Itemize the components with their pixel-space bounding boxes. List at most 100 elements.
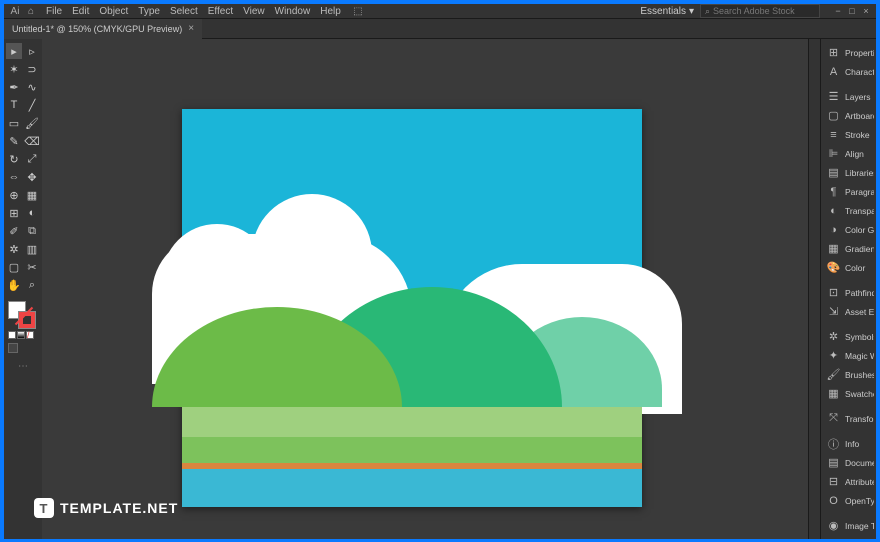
rotate-tool-icon[interactable]: ↻ [6, 151, 22, 167]
menu-bar: File Edit Object Type Select Effect View… [40, 6, 341, 17]
brushes-icon: 🖌 [827, 368, 840, 381]
curvature-tool-icon[interactable]: ∿ [24, 79, 40, 95]
menu-select[interactable]: Select [170, 6, 198, 17]
panel-info[interactable]: ⓘInfo [823, 434, 874, 453]
menu-file[interactable]: File [46, 6, 62, 17]
panel-symbols[interactable]: ✲Symbols [823, 327, 874, 346]
gradient-mode-icon[interactable] [17, 331, 25, 339]
width-tool-icon[interactable]: ⇔ [6, 169, 22, 185]
scale-tool-icon[interactable]: ⤢ [24, 151, 40, 167]
search-input[interactable]: ⌕ Search Adobe Stock [700, 4, 820, 18]
panel-transparency[interactable]: ◐Transparency [823, 201, 874, 220]
layers-icon: ☰ [827, 90, 840, 103]
watermark-logo-icon: T [34, 498, 54, 518]
hand-tool-icon[interactable]: ✋ [6, 277, 22, 293]
imagetrace-icon: ◉ [827, 519, 840, 532]
direct-selection-tool-icon[interactable]: ▹ [24, 43, 40, 59]
slice-tool-icon[interactable]: ✂ [24, 259, 40, 275]
fill-stroke-swatch[interactable]: / [6, 299, 40, 355]
panel-character[interactable]: ACharacter [823, 62, 874, 81]
panel-layers[interactable]: ☰Layers [823, 87, 874, 106]
main-area: ▸▹ ✶⊃ ✒∿ T╱ ▭🖌 ✎⌫ ↻⤢ ⇔✥ ⊕▦ ⊞◐ ✐⧉ ✲▥ ▢✂ ✋… [4, 39, 876, 539]
panel-opentype[interactable]: OOpenType [823, 491, 874, 510]
document-tab[interactable]: Untitled-1* @ 150% (CMYK/GPU Preview) × [4, 19, 202, 39]
perspective-tool-icon[interactable]: ▦ [24, 187, 40, 203]
magic-wand-tool-icon[interactable]: ✶ [6, 61, 22, 77]
transparency-icon: ◐ [827, 204, 840, 217]
panel-gradient[interactable]: ▦Gradient [823, 239, 874, 258]
color-mode-icon[interactable] [8, 331, 16, 339]
paragraph-icon: ¶ [827, 185, 840, 198]
free-transform-tool-icon[interactable]: ✥ [24, 169, 40, 185]
type-tool-icon[interactable]: T [6, 97, 22, 113]
menu-edit[interactable]: Edit [72, 6, 89, 17]
blend-tool-icon[interactable]: ⧉ [24, 223, 40, 239]
zoom-tool-icon[interactable]: ⌕ [24, 277, 40, 293]
panel-documentinfo[interactable]: ▤Document I... [823, 453, 874, 472]
document-tabs: Untitled-1* @ 150% (CMYK/GPU Preview) × [4, 19, 876, 39]
panel-color[interactable]: 🎨Color [823, 258, 874, 277]
gradient-tool-icon[interactable]: ◐ [24, 205, 40, 221]
artboards-icon: ▢ [827, 109, 840, 122]
none-mode-icon[interactable]: / [26, 331, 34, 339]
menu-help[interactable]: Help [320, 6, 341, 17]
swatches-icon: ▦ [827, 387, 840, 400]
screen-mode-icon[interactable] [8, 343, 18, 353]
align-icon: ⊫ [827, 147, 840, 160]
line-tool-icon[interactable]: ╱ [24, 97, 40, 113]
panel-paragraph[interactable]: ¶Paragraph [823, 182, 874, 201]
menu-type[interactable]: Type [138, 6, 160, 17]
panel-magicwand[interactable]: ✦Magic Wand [823, 346, 874, 365]
panel-properties[interactable]: ⊞Properties [823, 43, 874, 62]
transform-icon: ⤧ [827, 412, 840, 425]
column-graph-tool-icon[interactable]: ▥ [24, 241, 40, 257]
share-icon[interactable]: ⬚ [351, 4, 365, 18]
tab-title: Untitled-1* @ 150% (CMYK/GPU Preview) [12, 24, 182, 34]
menu-object[interactable]: Object [99, 6, 128, 17]
panel-transform[interactable]: ⤧Transform [823, 409, 874, 428]
colorguide-icon: ◑ [827, 223, 840, 236]
panel-libraries[interactable]: ▤Libraries [823, 163, 874, 182]
panel-brushes[interactable]: 🖌Brushes [823, 365, 874, 384]
canvas[interactable] [42, 39, 808, 539]
opentype-icon: O [827, 494, 840, 507]
shaper-tool-icon[interactable]: ✎ [6, 133, 22, 149]
selection-tool-icon[interactable]: ▸ [6, 43, 22, 59]
documentinfo-icon: ▤ [827, 456, 840, 469]
lasso-tool-icon[interactable]: ⊃ [24, 61, 40, 77]
panel-align[interactable]: ⊫Align [823, 144, 874, 163]
artboard[interactable] [182, 109, 642, 507]
panel-stroke[interactable]: ≡Stroke [823, 125, 874, 144]
top-bar: Ai ⌂ File Edit Object Type Select Effect… [4, 4, 876, 19]
panel-attributes[interactable]: ⊟Attributes [823, 472, 874, 491]
rectangle-tool-icon[interactable]: ▭ [6, 115, 22, 131]
eraser-tool-icon[interactable]: ⌫ [24, 133, 40, 149]
panel-imagetrace[interactable]: ◉Image Trace [823, 516, 874, 535]
panel-swatches[interactable]: ▦Swatches [823, 384, 874, 403]
eyedropper-tool-icon[interactable]: ✐ [6, 223, 22, 239]
menu-window[interactable]: Window [275, 6, 311, 17]
maximize-icon[interactable]: □ [846, 6, 858, 16]
close-icon[interactable]: × [860, 6, 872, 16]
pen-tool-icon[interactable]: ✒ [6, 79, 22, 95]
panel-colorguide[interactable]: ◑Color Guide [823, 220, 874, 239]
workspace-switcher[interactable]: Essentials▾ [640, 6, 694, 17]
tab-close-icon[interactable]: × [188, 23, 194, 34]
artboard-tool-icon[interactable]: ▢ [6, 259, 22, 275]
menu-view[interactable]: View [243, 6, 265, 17]
gradient-icon: ▦ [827, 242, 840, 255]
minimize-icon[interactable]: − [832, 6, 844, 16]
panel-artboards[interactable]: ▢Artboards [823, 106, 874, 125]
stroke-icon: ≡ [827, 128, 840, 141]
shape-builder-tool-icon[interactable]: ⊕ [6, 187, 22, 203]
panel-pathfinder[interactable]: ⊡Pathfinder [823, 283, 874, 302]
symbol-sprayer-tool-icon[interactable]: ✲ [6, 241, 22, 257]
illustrator-window: Ai ⌂ File Edit Object Type Select Effect… [4, 4, 876, 538]
paintbrush-tool-icon[interactable]: 🖌 [24, 115, 40, 131]
home-icon[interactable]: ⌂ [24, 4, 38, 18]
mesh-tool-icon[interactable]: ⊞ [6, 205, 22, 221]
toolbox-more-icon[interactable]: ⋯ [6, 361, 40, 372]
vertical-scrollbar[interactable] [808, 39, 820, 539]
menu-effect[interactable]: Effect [208, 6, 233, 17]
panel-assetexport[interactable]: ⇲Asset Export [823, 302, 874, 321]
